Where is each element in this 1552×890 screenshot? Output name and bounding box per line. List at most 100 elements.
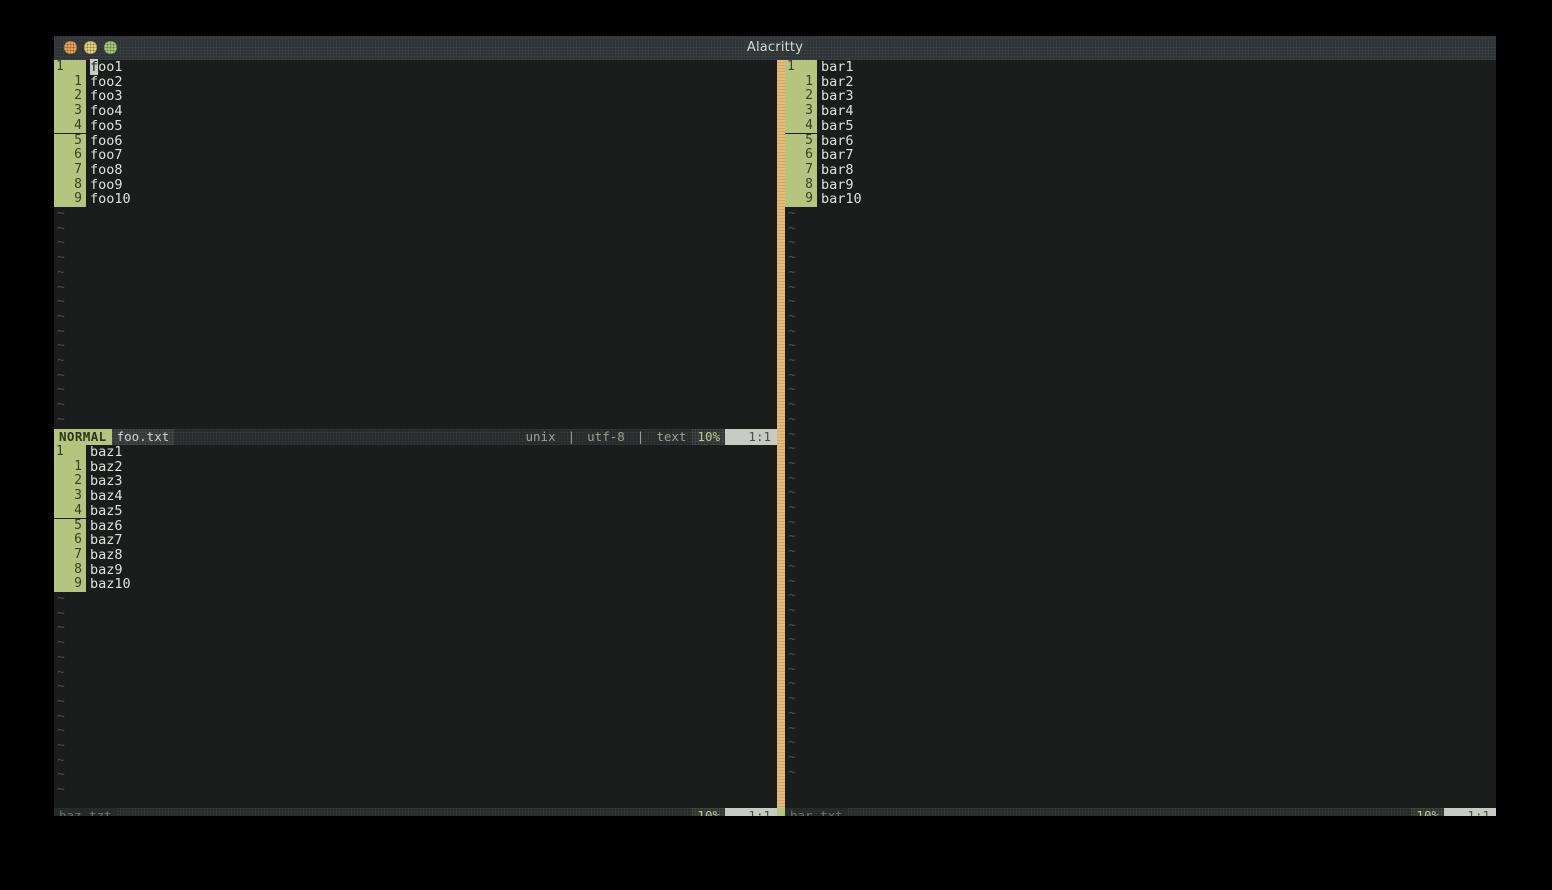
empty-line-marker: ~ <box>788 735 796 751</box>
line-text: baz5 <box>90 502 123 519</box>
title-bar[interactable]: Alacritty <box>54 36 1496 60</box>
cursor-position-bar: 1:1 <box>1444 808 1496 816</box>
line-number: 4 <box>785 118 817 134</box>
line-number: 3 <box>785 103 817 119</box>
empty-line-marker: ~ <box>57 294 65 310</box>
empty-line-marker: ~ <box>57 605 65 621</box>
empty-line-marker: ~ <box>57 708 65 724</box>
editor-pane-baz[interactable]: 1 baz1 1 baz2 2 baz3 3 baz4 4 baz5 5 baz6 6 baz7 7 baz8… <box>54 444 777 808</box>
empty-line-marker: ~ <box>788 544 796 560</box>
line-text: bar7 <box>821 147 854 164</box>
empty-line-marker: ~ <box>57 279 65 295</box>
line-text: bar2 <box>821 73 854 90</box>
vertical-split-separator[interactable] <box>777 60 785 816</box>
empty-line-marker: ~ <box>788 426 796 442</box>
cursor-position-foo: 1:1 <box>725 429 777 445</box>
empty-line-marker: ~ <box>57 693 65 709</box>
line-number: 6 <box>785 147 817 163</box>
line-number: 9 <box>54 577 86 592</box>
empty-line-marker: ~ <box>57 620 65 636</box>
empty-line-marker: ~ <box>788 323 796 339</box>
line-text: foo8 <box>90 161 123 178</box>
line-text: foo4 <box>90 103 123 120</box>
empty-line-marker: ~ <box>57 664 65 680</box>
empty-line-marker: ~ <box>788 588 796 604</box>
empty-line-marker: ~ <box>57 220 65 236</box>
line-number: 1 <box>785 74 817 90</box>
line-text: foo7 <box>90 147 123 164</box>
empty-line-marker: ~ <box>57 723 65 739</box>
line-number: 2 <box>54 89 86 105</box>
empty-line-marker: ~ <box>788 764 796 780</box>
filetype-label: text <box>656 429 687 444</box>
empty-line-marker: ~ <box>57 767 65 783</box>
line-number: 1 <box>54 459 86 475</box>
statusline-right-bar: 10% 1:1 <box>1411 808 1496 816</box>
statusline-right-baz: 10% 1:1 <box>692 808 777 816</box>
line-text: foo2 <box>90 73 123 90</box>
empty-line-marker: ~ <box>788 382 796 398</box>
line-text: baz8 <box>90 546 123 563</box>
empty-line-marker: ~ <box>788 529 796 545</box>
empty-line-marker: ~ <box>788 250 796 266</box>
line-number: 7 <box>54 547 86 563</box>
line-text: bar5 <box>821 117 854 134</box>
line-text: foo9 <box>90 176 123 193</box>
empty-line-marker: ~ <box>788 632 796 648</box>
line-number: 1 <box>54 74 86 90</box>
empty-line-marker: ~ <box>788 500 796 515</box>
statusline-bar: bar.txt 10% 1:1 <box>785 808 1496 816</box>
empty-line-marker: ~ <box>788 441 796 457</box>
line-number: 5 <box>54 133 86 149</box>
empty-line-marker: ~ <box>788 602 796 618</box>
empty-line-marker: ~ <box>788 338 796 354</box>
line-text: baz6 <box>90 517 123 534</box>
line-number: 6 <box>54 532 86 548</box>
statusline-right-foo: unix | utf-8 | text 10% 1:1 <box>520 429 777 445</box>
line-number: 8 <box>54 562 86 578</box>
line-number: 9 <box>785 192 817 207</box>
line-text: baz3 <box>90 473 123 490</box>
empty-line-marker: ~ <box>57 323 65 339</box>
line-text: foo6 <box>90 132 123 149</box>
empty-line-marker: ~ <box>57 397 65 413</box>
encoding-label: utf-8 <box>587 429 625 444</box>
empty-line-marker: ~ <box>788 455 796 471</box>
empty-line-marker: ~ <box>788 647 796 662</box>
empty-line-marker: ~ <box>788 279 796 295</box>
editor-pane-bar[interactable]: 1 bar1 1 bar2 2 bar3 3 bar4 4 bar5 5 bar6 6 bar7 7 bar8… <box>785 59 1496 808</box>
line-number: 4 <box>54 118 86 134</box>
empty-line-marker: ~ <box>57 738 65 753</box>
statusline-baz: baz.tzt 10% 1:1 <box>54 808 777 816</box>
empty-line-marker: ~ <box>788 617 796 633</box>
terminal-content: 1 foo1 1 foo2 2 foo3 3 foo4 4 foo5 5 foo6 6 foo7 7 foo8… <box>54 59 1496 816</box>
line-text: baz2 <box>90 458 123 475</box>
fileformat-label: unix <box>525 429 556 444</box>
line-number: 8 <box>54 177 86 193</box>
line-text: bar1 <box>821 59 854 75</box>
line-number: 5 <box>54 518 86 534</box>
empty-line-marker: ~ <box>788 397 796 413</box>
filename-label-baz: baz.tzt <box>54 808 117 816</box>
line-number: 7 <box>54 162 86 178</box>
empty-line-marker: ~ <box>57 367 65 383</box>
scroll-percent-baz: 10% <box>692 808 725 816</box>
empty-line-marker: ~ <box>57 382 65 398</box>
mode-indicator: NORMAL <box>54 429 112 445</box>
window-title: Alacritty <box>746 40 804 55</box>
empty-line-marker: ~ <box>57 782 65 798</box>
empty-line-marker: ~ <box>788 294 796 310</box>
empty-line-marker: ~ <box>788 720 796 736</box>
empty-line-marker: ~ <box>57 353 65 368</box>
empty-line-marker: ~ <box>788 367 796 383</box>
scroll-percent-bar: 10% <box>1411 808 1444 816</box>
line-number: 9 <box>54 192 86 207</box>
empty-line-marker: ~ <box>788 691 796 707</box>
empty-line-marker: ~ <box>57 308 65 324</box>
editor-pane-foo[interactable]: 1 foo1 1 foo2 2 foo3 3 foo4 4 foo5 5 foo6 6 foo7 7 foo8… <box>54 59 777 438</box>
line-text: bar10 <box>821 191 862 208</box>
terminal-window: Alacritty 1 foo1 1 foo2 2 foo3 3 foo4 4 foo5 5 foo6… <box>54 36 1496 816</box>
empty-line-marker: ~ <box>788 661 796 677</box>
empty-line-marker: ~ <box>788 485 796 501</box>
empty-line-marker: ~ <box>788 676 796 692</box>
